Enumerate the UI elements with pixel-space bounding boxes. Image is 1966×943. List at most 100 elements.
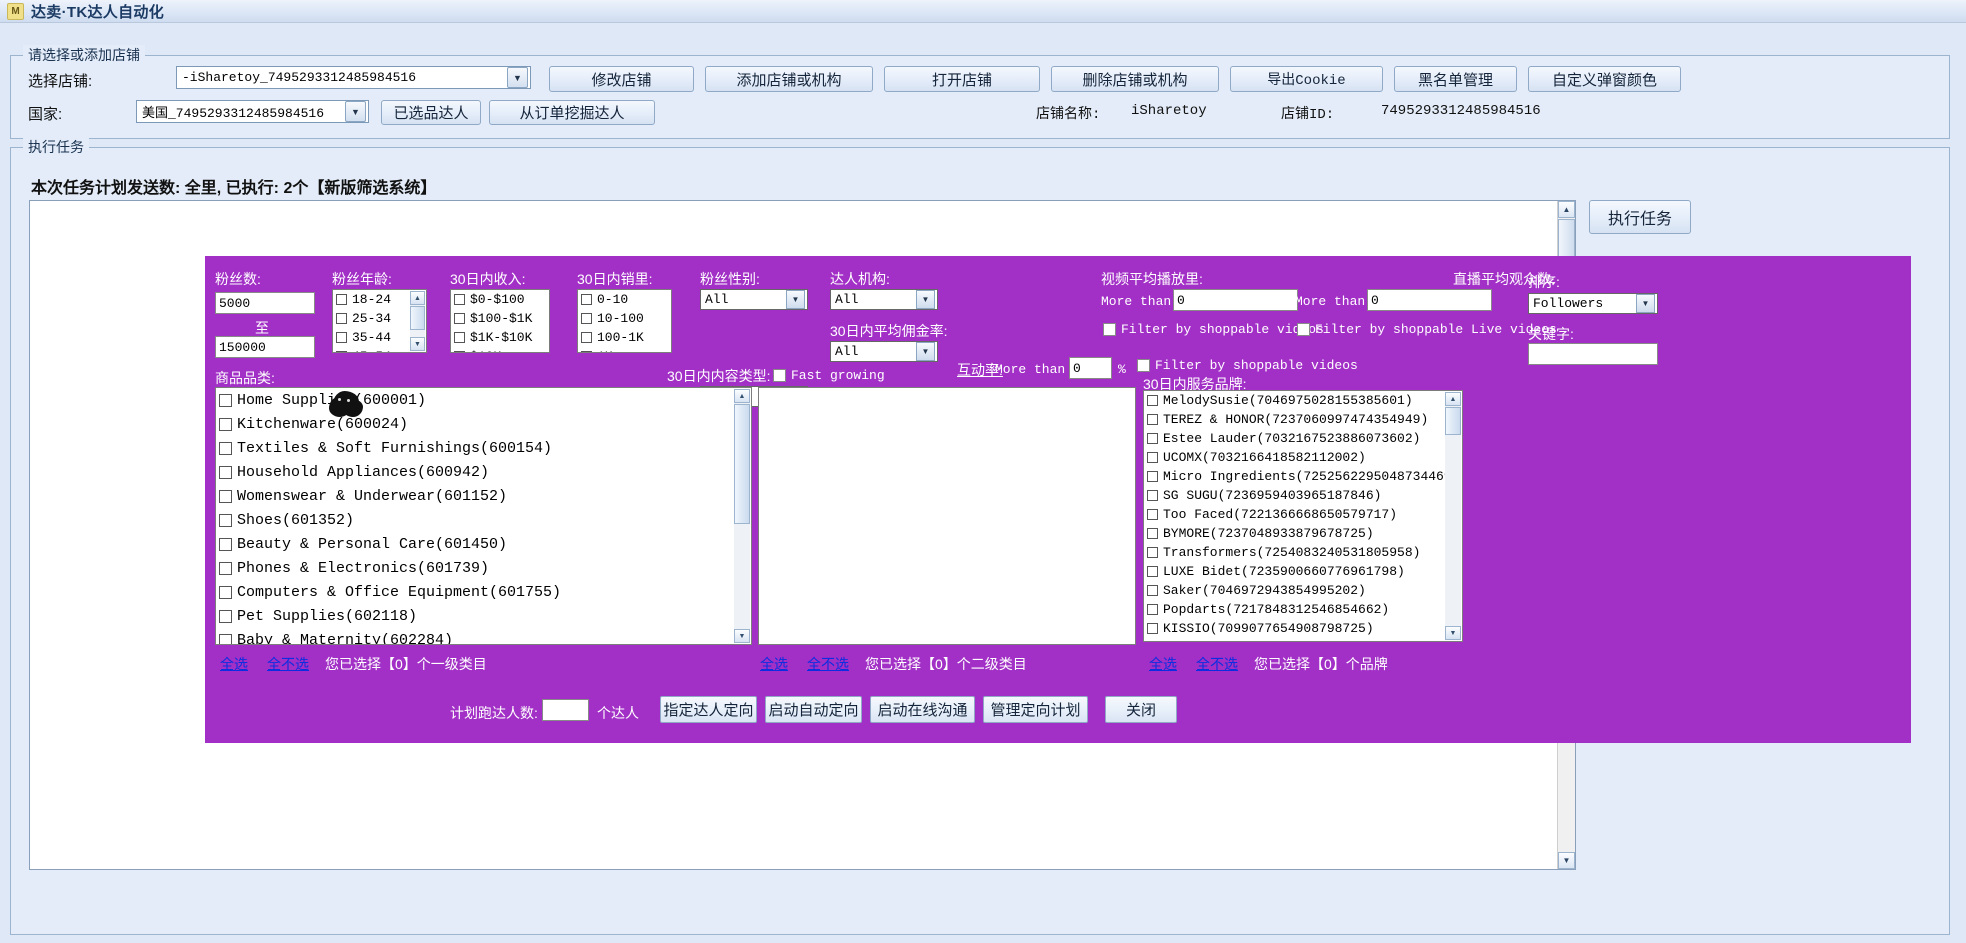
- assign-creator-targeting-button[interactable]: 指定达人定向: [660, 696, 757, 723]
- list-item[interactable]: Estee Lauder(7032167523886073602): [1144, 429, 1462, 448]
- checkbox[interactable]: [219, 561, 232, 575]
- list-item[interactable]: 100-1K: [578, 328, 671, 347]
- list-item[interactable]: 1K+: [578, 347, 671, 352]
- avg-commission-30d-combo[interactable]: All ▼: [830, 341, 938, 362]
- live-avg-viewers-input[interactable]: 0: [1367, 289, 1492, 311]
- subcategory-select-none-link[interactable]: 全不选: [807, 654, 849, 674]
- checkbox[interactable]: [1147, 566, 1158, 577]
- edit-shop-button[interactable]: 修改店铺: [549, 66, 694, 92]
- category-scrollbar[interactable]: ▲ ▼: [734, 389, 750, 643]
- list-item[interactable]: Phones & Electronics(601739): [216, 556, 751, 580]
- scrollbar-thumb[interactable]: [734, 404, 750, 524]
- checkbox[interactable]: [1147, 604, 1158, 615]
- video-avg-views-input[interactable]: 0: [1173, 289, 1298, 311]
- custom-popup-color-button[interactable]: 自定义弹窗颜色: [1528, 66, 1681, 92]
- list-item[interactable]: $100-$1K: [451, 309, 549, 328]
- brand-select-none-link[interactable]: 全不选: [1196, 654, 1238, 674]
- run-task-button[interactable]: 执行任务: [1589, 200, 1691, 234]
- brand-select-all-link[interactable]: 全选: [1149, 654, 1177, 674]
- category-select-all-link[interactable]: 全选: [220, 654, 248, 674]
- chevron-down-icon[interactable]: ▼: [507, 67, 528, 88]
- subcategory-listbox[interactable]: [758, 387, 1136, 645]
- list-item[interactable]: Household Appliances(600942): [216, 460, 751, 484]
- checkbox[interactable]: [1147, 433, 1158, 444]
- fan-age-scrollbar[interactable]: ▲ ▼: [410, 291, 425, 351]
- checkbox[interactable]: [1147, 490, 1158, 501]
- shop-select-combo[interactable]: -iSharetoy_7495293312485984516 ▼: [176, 66, 531, 89]
- checkbox[interactable]: [219, 441, 232, 455]
- checkbox[interactable]: [219, 393, 232, 407]
- close-button[interactable]: 关闭: [1105, 696, 1177, 723]
- scroll-down-icon[interactable]: ▼: [734, 629, 750, 643]
- checkbox[interactable]: [581, 294, 592, 305]
- creator-agency-combo[interactable]: All ▼: [830, 289, 938, 310]
- list-item[interactable]: Womenswear & Underwear(601152): [216, 484, 751, 508]
- engagement-rate-input[interactable]: 0: [1069, 357, 1112, 379]
- list-item[interactable]: Textiles & Soft Furnishings(600154): [216, 436, 751, 460]
- chevron-down-icon[interactable]: ▼: [786, 290, 805, 309]
- category-select-none-link[interactable]: 全不选: [267, 654, 309, 674]
- start-auto-targeting-button[interactable]: 启动自动定向: [765, 696, 862, 723]
- checkbox[interactable]: [1147, 528, 1158, 539]
- selected-creators-button[interactable]: 已选品达人: [381, 100, 481, 125]
- checkbox[interactable]: [336, 351, 347, 352]
- engagement-filter-shoppable-checkbox[interactable]: Filter by shoppable videos: [1137, 358, 1358, 373]
- scroll-down-icon[interactable]: ▼: [1558, 852, 1575, 869]
- list-item[interactable]: Micro Ingredients(7252562295048734469): [1144, 467, 1462, 486]
- checkbox[interactable]: [219, 585, 232, 599]
- checkbox[interactable]: [1297, 323, 1310, 336]
- checkbox[interactable]: [219, 633, 232, 644]
- category-listbox[interactable]: Home Supplies(600001) Kitchenware(600024)…: [215, 387, 752, 645]
- list-item[interactable]: Shoes(601352): [216, 508, 751, 532]
- checkbox[interactable]: [454, 332, 465, 343]
- list-item[interactable]: TEREZ & HONOR(7237060997474354949): [1144, 410, 1462, 429]
- checkbox[interactable]: [1147, 471, 1158, 482]
- checkbox[interactable]: [219, 537, 232, 551]
- list-item[interactable]: 10-100: [578, 309, 671, 328]
- start-online-chat-button[interactable]: 启动在线沟通: [870, 696, 975, 723]
- fan-gender-combo[interactable]: All ▼: [700, 289, 808, 310]
- list-item[interactable]: $0-$100: [451, 290, 549, 309]
- revenue-30d-checklist[interactable]: $0-$100 $100-$1K $1K-$10K $10K+: [450, 289, 550, 353]
- checkbox[interactable]: [219, 417, 232, 431]
- scroll-down-icon[interactable]: ▼: [1445, 626, 1461, 640]
- fan-age-checklist[interactable]: 18-24 25-34 35-44 45-54 ▲ ▼: [332, 289, 427, 353]
- chevron-down-icon[interactable]: ▼: [1636, 294, 1655, 313]
- checkbox[interactable]: [1103, 323, 1116, 336]
- checkbox[interactable]: [581, 332, 592, 343]
- list-item[interactable]: Baby & Maternity(602284): [216, 628, 751, 644]
- list-item[interactable]: BYMORE(7237048933879678725): [1144, 524, 1462, 543]
- checkbox[interactable]: [454, 351, 465, 352]
- subcategory-select-all-link[interactable]: 全选: [760, 654, 788, 674]
- delete-shop-button[interactable]: 删除店铺或机构: [1051, 66, 1219, 92]
- chevron-down-icon[interactable]: ▼: [345, 101, 366, 122]
- list-item[interactable]: Home Supplies(600001): [216, 388, 751, 412]
- filter-shoppable-videos-checkbox[interactable]: Filter by shoppable videos: [1103, 322, 1324, 337]
- mine-creators-from-orders-button[interactable]: 从订单挖掘达人: [489, 100, 655, 125]
- list-item[interactable]: FYC(7046224911265859330): [1144, 638, 1462, 641]
- checkbox[interactable]: [1147, 547, 1158, 558]
- list-item[interactable]: $10K+: [451, 347, 549, 352]
- checkbox[interactable]: [1147, 585, 1158, 596]
- list-item[interactable]: LUXE Bidet(7235900660776961798): [1144, 562, 1462, 581]
- list-item[interactable]: KISSIO(7099077654908798725): [1144, 619, 1462, 638]
- checkbox[interactable]: [581, 313, 592, 324]
- fast-growing-checkbox[interactable]: Fast growing: [773, 368, 885, 383]
- checkbox[interactable]: [1147, 623, 1158, 634]
- scroll-up-icon[interactable]: ▲: [1445, 392, 1461, 406]
- followers-min-input[interactable]: 5000: [215, 292, 315, 314]
- blacklist-button[interactable]: 黑名单管理: [1394, 66, 1517, 92]
- filter-shoppable-live-checkbox[interactable]: Filter by shoppable Live videos: [1297, 322, 1557, 337]
- chevron-down-icon[interactable]: ▼: [916, 290, 935, 309]
- scroll-up-icon[interactable]: ▲: [734, 389, 750, 403]
- sales-30d-checklist[interactable]: 0-10 10-100 100-1K 1K+: [577, 289, 672, 353]
- checkbox[interactable]: [1137, 359, 1150, 372]
- list-item[interactable]: Popdarts(7217848312546854662): [1144, 600, 1462, 619]
- list-item[interactable]: MelodySusie(7046975028155385601): [1144, 391, 1462, 410]
- keyword-input[interactable]: [1528, 343, 1658, 365]
- list-item[interactable]: Saker(7046972943854995202): [1144, 581, 1462, 600]
- checkbox[interactable]: [219, 489, 232, 503]
- plan-count-input[interactable]: [542, 699, 589, 721]
- open-shop-button[interactable]: 打开店铺: [884, 66, 1040, 92]
- list-item[interactable]: Too Faced(7221366668650579717): [1144, 505, 1462, 524]
